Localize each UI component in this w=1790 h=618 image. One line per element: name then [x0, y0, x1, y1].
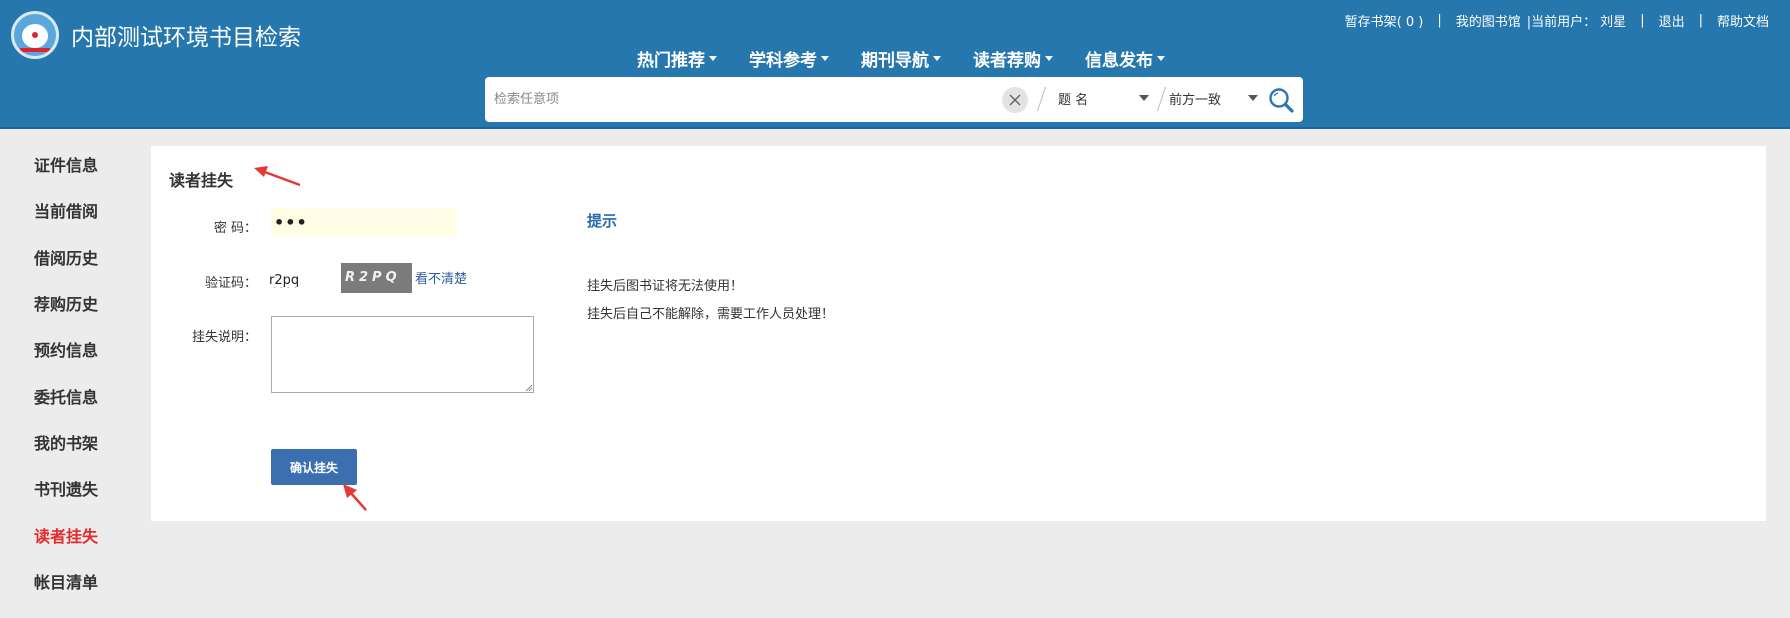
sidebar-item-reservations[interactable]: 预约信息 [34, 337, 98, 361]
my-library-link[interactable]: 我的图书馆 [1456, 11, 1521, 30]
site-title: 内部测试环境书目检索 [71, 25, 301, 51]
reason-label: 挂失说明： [191, 330, 257, 345]
sidebar-item-current-loans[interactable]: 当前借阅 [34, 198, 98, 222]
header: 内部测试环境书目检索 暂存书架( 0 ) | 我的图书馆 |当前用户： 刘星 |… [0, 0, 1790, 129]
divider [1157, 87, 1166, 111]
divider [1037, 87, 1046, 111]
nav-hot-recommend[interactable]: 热门推荐 [637, 46, 717, 71]
sidebar-item-card-info[interactable]: 证件信息 [34, 152, 98, 176]
sidebar-item-recommend-history[interactable]: 荐购历史 [34, 291, 98, 315]
bookshelf-link[interactable]: 暂存书架( 0 ) [1345, 11, 1424, 30]
separator: | [1698, 13, 1703, 28]
sidebar-item-my-bookshelf[interactable]: 我的书架 [34, 430, 98, 454]
captcha-image[interactable]: R2PQ [341, 263, 412, 293]
search-match-select[interactable]: 前方一致 [1169, 89, 1221, 108]
nav-journal-navigation[interactable]: 期刊导航 [861, 46, 941, 71]
password-field[interactable] [271, 208, 456, 236]
help-link[interactable]: 帮助文档 [1717, 11, 1769, 30]
captcha-label: 验证码： [204, 276, 257, 291]
sidebar-item-report-loss[interactable]: 读者挂失 [34, 523, 98, 547]
sidebar-item-entrusted[interactable]: 委托信息 [34, 384, 98, 408]
close-icon [1009, 94, 1021, 106]
confirm-report-loss-button[interactable]: 确认挂失 [271, 449, 357, 485]
sidebar-item-loan-history[interactable]: 借阅历史 [34, 245, 98, 269]
logout-link[interactable]: 退出 [1659, 11, 1685, 30]
main-panel: 读者挂失 密 码： 验证码： R2PQ 看不清楚 挂失说明： 确认挂失 提示 挂… [151, 146, 1766, 521]
caret-down-icon [1157, 56, 1165, 61]
password-label: 密 码： [213, 221, 257, 236]
caret-down-icon [821, 56, 829, 61]
chevron-down-icon[interactable] [1139, 95, 1149, 101]
tip-line: 挂失后自己不能解除，需要工作人员处理！ [587, 307, 835, 322]
caret-down-icon [709, 56, 717, 61]
search-bar: 题 名 前方一致 [485, 77, 1303, 122]
search-field-select[interactable]: 题 名 [1058, 89, 1088, 108]
caret-down-icon [933, 56, 941, 61]
top-links: 暂存书架( 0 ) | 我的图书馆 |当前用户： 刘星 | 退出 | 帮助文档 [1345, 11, 1769, 30]
reason-textarea[interactable] [271, 316, 534, 393]
chevron-down-icon[interactable] [1248, 95, 1258, 101]
separator: | [1640, 13, 1645, 28]
search-button[interactable] [1267, 86, 1295, 114]
nav-info-publish[interactable]: 信息发布 [1085, 46, 1165, 71]
current-user-name[interactable]: 刘星 [1600, 11, 1626, 30]
captcha-refresh-link[interactable]: 看不清楚 [415, 268, 467, 287]
page-title: 读者挂失 [169, 171, 234, 190]
captcha-input[interactable] [269, 268, 329, 292]
separator: | [1437, 13, 1442, 28]
nav-reader-recommend[interactable]: 读者荐购 [973, 46, 1053, 71]
caret-down-icon [1045, 56, 1053, 61]
tips-title: 提示 [587, 212, 618, 230]
logo-icon [11, 11, 59, 59]
search-icon [1269, 88, 1294, 113]
main-nav: 热门推荐 学科参考 期刊导航 读者荐购 信息发布 [637, 46, 1197, 71]
sidebar-item-account-list[interactable]: 帐目清单 [34, 569, 98, 593]
current-user-label: |当前用户： [1526, 15, 1597, 30]
search-input[interactable] [494, 84, 984, 115]
bookshelf-count: ( 0 ) [1396, 15, 1424, 30]
nav-subject-reference[interactable]: 学科参考 [749, 46, 829, 71]
sidebar-item-lost-books[interactable]: 书刊遗失 [34, 476, 98, 500]
tip-line: 挂失后图书证将无法使用！ [587, 279, 744, 294]
clear-search-button[interactable] [1002, 87, 1028, 113]
